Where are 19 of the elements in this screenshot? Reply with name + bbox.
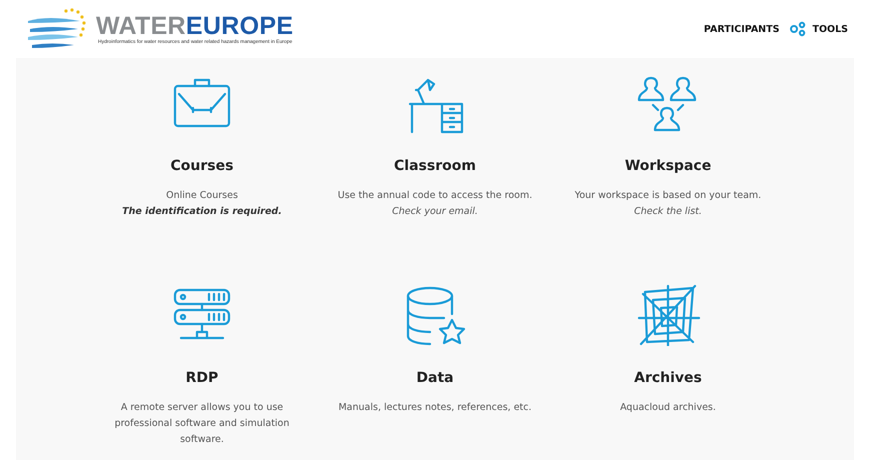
tile-description: Check the list. (634, 205, 702, 219)
tile-title[interactable]: Archives (634, 370, 702, 386)
tile-description: The identification is required. (122, 205, 282, 219)
tile-description: Aquacloud archives. (620, 401, 716, 415)
tile-description: Manuals, lectures notes, references, etc. (338, 401, 532, 415)
tile-description: Your workspace is based on your team. (574, 189, 762, 203)
nav-link[interactable]: PARTICIPANTS (704, 24, 780, 34)
tile-title[interactable]: Workspace (624, 158, 712, 174)
tile-description: Online Courses (166, 189, 238, 203)
nav-link[interactable]: TOOLS (789, 21, 848, 37)
logo-title: WATEREUROPE (96, 13, 294, 39)
tile-title[interactable]: RDP (186, 370, 218, 386)
web-icon[interactable] (635, 284, 701, 346)
tile-description: Use the annual code to access the room. (338, 189, 532, 203)
tile-description: Check your email. (392, 205, 478, 219)
tile-title[interactable]: Classroom (394, 158, 476, 174)
tile-description: A remote server allows you to use professional software and simulation software. (114, 401, 290, 447)
tile-title[interactable]: Courses (170, 158, 234, 174)
tile-title[interactable]: Data (416, 370, 454, 386)
